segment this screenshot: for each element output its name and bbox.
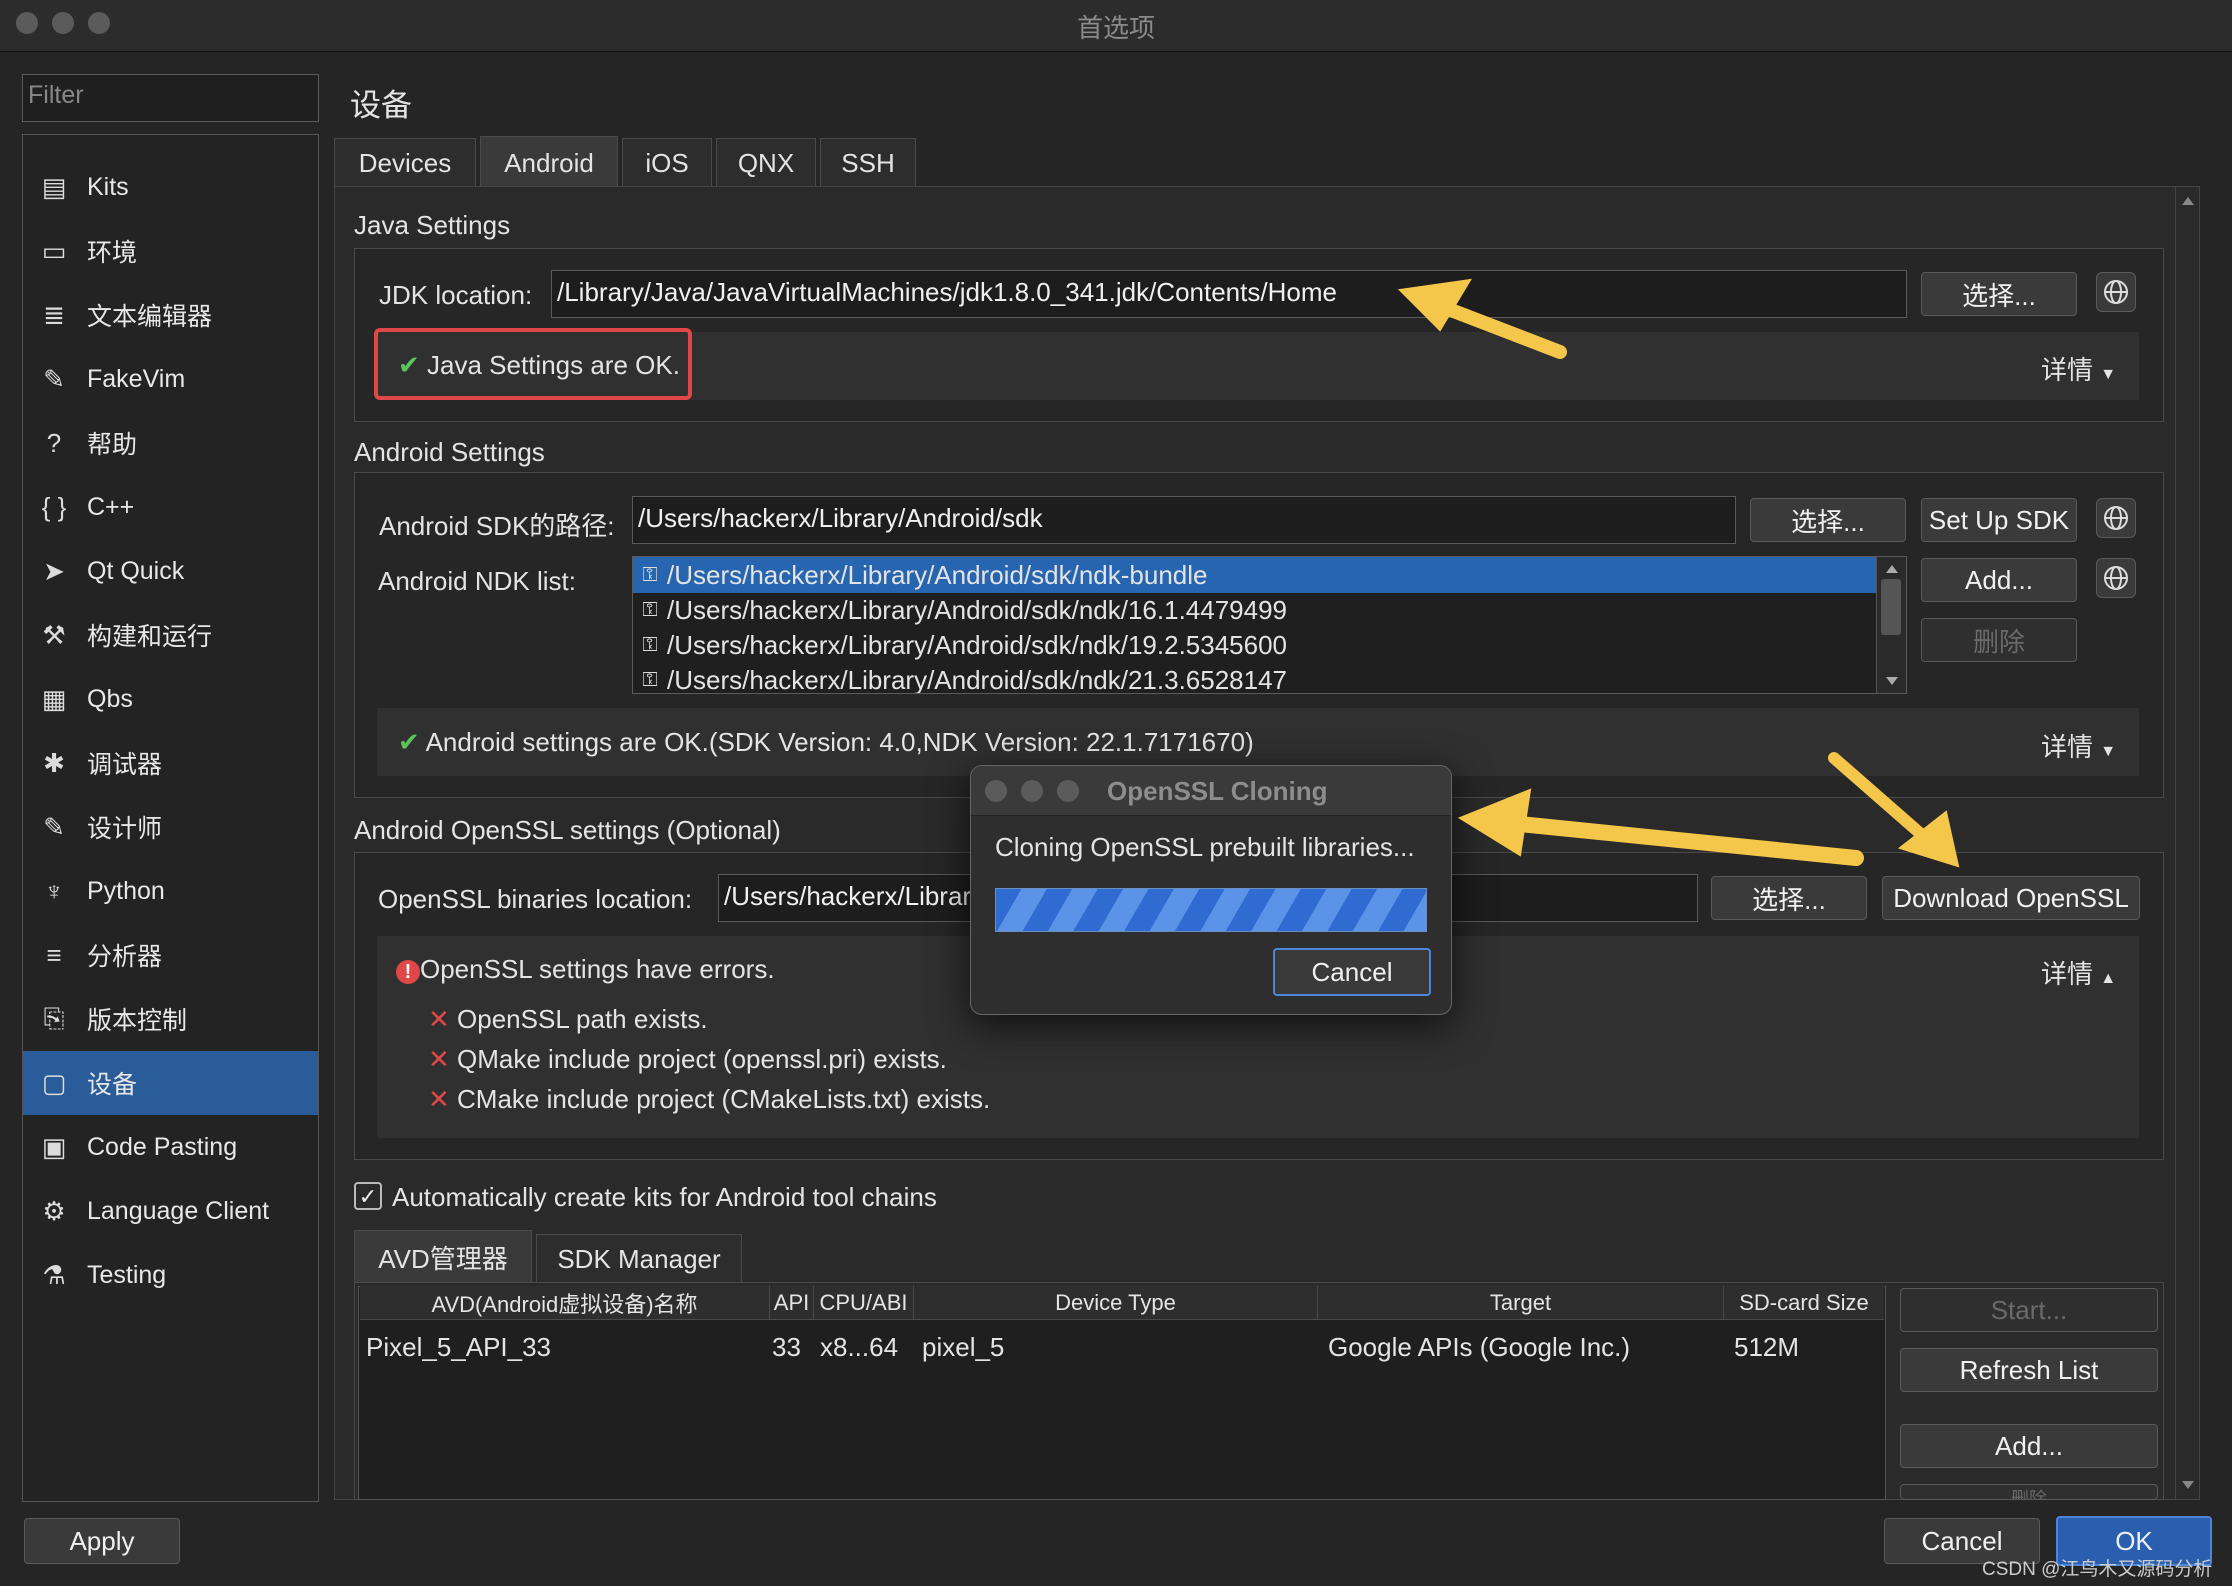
annotation-arrow (1397, 278, 1567, 359)
annotation-arrow (1457, 788, 1864, 866)
annotation-arrows (1397, 278, 1960, 868)
